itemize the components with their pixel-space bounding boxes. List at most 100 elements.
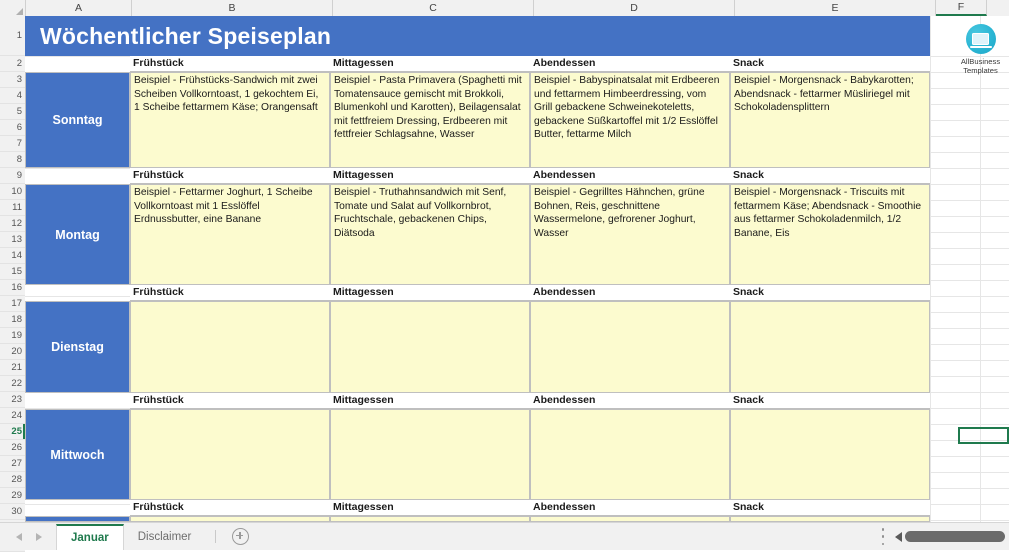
logo-text: AllBusiness Templates	[961, 57, 1000, 75]
meal-cell-sonntag-dinner[interactable]: Beispiel - Babyspinatsalat mit Erdbeeren…	[530, 72, 730, 168]
meal-cell-montag-breakfast[interactable]: Beispiel - Fettarmer Joghurt, 1 Scheibe …	[130, 184, 330, 285]
laptop-base-shape	[970, 45, 992, 48]
row-header-4[interactable]: 4	[0, 88, 25, 104]
meal-header-breakfast: Frühstück	[130, 393, 330, 409]
row-header-11[interactable]: 11	[0, 200, 25, 216]
meal-header-dinner: Abendessen	[530, 285, 730, 301]
row-header-13[interactable]: 13	[0, 232, 25, 248]
meal-header-breakfast: Frühstück	[130, 285, 330, 301]
row-header-12[interactable]: 12	[0, 216, 25, 232]
row-header-25[interactable]: 25	[0, 424, 25, 440]
row-header-21[interactable]: 21	[0, 360, 25, 376]
meal-header-snack: Snack	[730, 393, 930, 409]
row-header-24[interactable]: 24	[0, 408, 25, 424]
day-label-montag: Montag	[25, 184, 130, 285]
row-header-3[interactable]: 3	[0, 72, 25, 88]
meal-header-lunch: Mittagessen	[330, 500, 530, 516]
meal-header-breakfast: Frühstück	[130, 56, 330, 72]
row-header-17[interactable]: 17	[0, 296, 25, 312]
meal-header-dinner: Abendessen	[530, 168, 730, 184]
column-header-f[interactable]: F	[936, 0, 987, 16]
allbusiness-templates-logo: AllBusiness Templates	[952, 24, 1009, 76]
column-header-d[interactable]: D	[534, 0, 735, 16]
row-header-23[interactable]: 23	[0, 392, 25, 408]
row-header-5[interactable]: 5	[0, 104, 25, 120]
meal-cell-sonntag-lunch[interactable]: Beispiel - Pasta Primavera (Spaghetti mi…	[330, 72, 530, 168]
day-label-dienstag: Dienstag	[25, 301, 130, 393]
meal-header-breakfast: Frühstück	[130, 168, 330, 184]
scroll-thumb[interactable]	[905, 531, 1005, 542]
sheet-tab-disclaimer[interactable]: Disclaimer	[124, 524, 206, 550]
meal-cell-mittwoch-snack[interactable]	[730, 409, 930, 500]
row-header-10[interactable]: 10	[0, 184, 25, 200]
row-header-29[interactable]: 29	[0, 488, 25, 504]
row-header-14[interactable]: 14	[0, 248, 25, 264]
sheet-nav-arrows	[0, 532, 56, 541]
select-all-triangle-icon	[16, 8, 23, 15]
meal-header-lunch: Mittagessen	[330, 285, 530, 301]
meal-cell-dienstag-breakfast[interactable]	[130, 301, 330, 393]
select-all-corner[interactable]	[0, 0, 26, 16]
column-header-bar: A B C D E F	[0, 0, 1009, 17]
logo-text-line2: Templates	[963, 66, 998, 75]
meal-cell-dienstag-snack[interactable]	[730, 301, 930, 393]
sheet-tab-bar: Januar Disclaimer	[0, 522, 1009, 550]
meal-cell-dienstag-dinner[interactable]	[530, 301, 730, 393]
row-header-30[interactable]: 30	[0, 504, 25, 520]
meal-header-dinner: Abendessen	[530, 393, 730, 409]
row-header-7[interactable]: 7	[0, 136, 25, 152]
meal-header-lunch: Mittagessen	[330, 56, 530, 72]
triangle-right-icon[interactable]	[36, 532, 42, 541]
meal-header-breakfast: Frühstück	[130, 500, 330, 516]
meal-cell-montag-dinner[interactable]: Beispiel - Gegrilltes Hähnchen, grüne Bo…	[530, 184, 730, 285]
row-header-6[interactable]: 6	[0, 120, 25, 136]
row-header-gutter: 1 2 3 4 5 6 7 8 9 10 11 12 13 14 15 16 17 18 19 20 21 22 23 24 2…	[0, 16, 26, 552]
meal-cell-mittwoch-breakfast[interactable]	[130, 409, 330, 500]
scroll-left-icon[interactable]	[895, 531, 902, 542]
row-header-26[interactable]: 26	[0, 440, 25, 456]
column-header-b[interactable]: B	[132, 0, 333, 16]
horizontal-scrollbar[interactable]	[895, 531, 1005, 542]
meal-header-snack: Snack	[730, 500, 930, 516]
row-header-2[interactable]: 2	[0, 56, 25, 72]
selected-cell-f25[interactable]	[958, 427, 1009, 444]
meal-cell-mittwoch-dinner[interactable]	[530, 409, 730, 500]
day-label-mittwoch: Mittwoch	[25, 409, 130, 500]
spreadsheet-app: A B C D E F 1 2 3 4 5 6 7 8 9 10 11 12 13 14 15 16 17 18 1…	[0, 0, 1009, 552]
row-header-20[interactable]: 20	[0, 344, 25, 360]
meal-header-lunch: Mittagessen	[330, 168, 530, 184]
meal-header-dinner: Abendessen	[530, 500, 730, 516]
meal-cell-montag-snack[interactable]: Beispiel - Morgensnack - Triscuits mit f…	[730, 184, 930, 285]
meal-header-snack: Snack	[730, 56, 930, 72]
row-header-18[interactable]: 18	[0, 312, 25, 328]
meal-header-dinner: Abendessen	[530, 56, 730, 72]
meal-header-lunch: Mittagessen	[330, 393, 530, 409]
meal-cell-sonntag-breakfast[interactable]: Beispiel - Frühstücks-Sandwich mit zwei …	[130, 72, 330, 168]
logo-text-line1: AllBusiness	[960, 57, 1001, 66]
row-header-8[interactable]: 8	[0, 152, 25, 168]
column-header-c[interactable]: C	[333, 0, 534, 16]
row-header-1[interactable]: 1	[0, 16, 25, 56]
day-label-sonntag: Sonntag	[25, 72, 130, 168]
row-header-19[interactable]: 19	[0, 328, 25, 344]
row-header-9[interactable]: 9	[0, 168, 25, 184]
meal-cell-sonntag-snack[interactable]: Beispiel - Morgensnack - Babykarotten; A…	[730, 72, 930, 168]
tab-separator	[215, 530, 217, 543]
row-header-28[interactable]: 28	[0, 472, 25, 488]
column-header-e[interactable]: E	[735, 0, 936, 16]
add-sheet-button[interactable]	[232, 528, 250, 545]
meal-cell-montag-lunch[interactable]: Beispiel - Truthahnsandwich mit Senf, To…	[330, 184, 530, 285]
sheet-tab-januar[interactable]: Januar	[56, 523, 124, 550]
row-header-15[interactable]: 15	[0, 264, 25, 280]
triangle-left-icon[interactable]	[16, 532, 22, 541]
meal-cell-mittwoch-lunch[interactable]	[330, 409, 530, 500]
row-header-22[interactable]: 22	[0, 376, 25, 392]
meal-cell-dienstag-lunch[interactable]	[330, 301, 530, 393]
laptop-screen-shape	[970, 33, 992, 48]
row-header-16[interactable]: 16	[0, 280, 25, 296]
scroll-grip-icon[interactable]	[881, 528, 885, 545]
column-header-a[interactable]: A	[26, 0, 132, 16]
meal-header-snack: Snack	[730, 168, 930, 184]
row-header-27[interactable]: 27	[0, 456, 25, 472]
sheet-grid[interactable]: Wöchentlicher Speiseplan Frühstück Mitta…	[25, 16, 1009, 522]
